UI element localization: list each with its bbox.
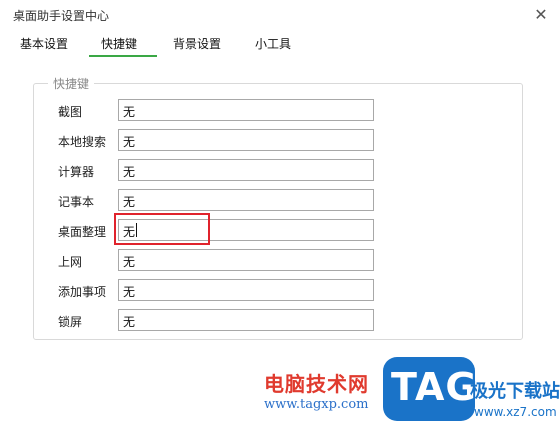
tag-logo: TAG xyxy=(383,357,478,421)
watermark-text: 电脑技术网 xyxy=(264,372,369,396)
shortcuts-group xyxy=(33,83,523,340)
shortcut-label-add-task: 添加事项 xyxy=(58,285,107,299)
shortcut-label-local-search: 本地搜索 xyxy=(58,135,107,149)
watermark-url: www.tagxp.com xyxy=(264,397,369,412)
shortcut-label-screenshot: 截图 xyxy=(58,105,83,119)
shortcut-field-internet[interactable]: 无 xyxy=(118,249,374,271)
tab-basic-settings[interactable]: 基本设置 xyxy=(20,35,68,52)
active-tab-indicator xyxy=(89,55,157,57)
shortcut-label-lock-screen: 锁屏 xyxy=(58,315,83,329)
shortcut-label-calculator: 计算器 xyxy=(58,165,95,179)
shortcut-field-notepad[interactable]: 无 xyxy=(118,189,374,211)
shortcut-field-desktop-organize[interactable]: 无 xyxy=(118,219,374,241)
shortcut-field-local-search[interactable]: 无 xyxy=(118,129,374,151)
shortcut-label-desktop-organize: 桌面整理 xyxy=(58,225,107,239)
text-cursor xyxy=(136,223,137,237)
tab-background-settings[interactable]: 背景设置 xyxy=(173,35,221,52)
shortcut-field-calculator[interactable]: 无 xyxy=(118,159,374,181)
shortcut-label-internet: 上网 xyxy=(58,255,83,269)
watermark-site-text: 极光下载站 xyxy=(470,381,560,402)
shortcut-label-notepad: 记事本 xyxy=(58,195,95,209)
shortcut-field-add-task[interactable]: 无 xyxy=(118,279,374,301)
tab-bar: 基本设置 快捷键 背景设置 小工具 xyxy=(0,32,560,58)
watermark-site-url: www.xz7.com xyxy=(474,405,557,419)
tab-shortcuts[interactable]: 快捷键 xyxy=(101,35,137,52)
tab-gadgets[interactable]: 小工具 xyxy=(255,35,291,52)
shortcut-field-screenshot[interactable]: 无 xyxy=(118,99,374,121)
window-title: 桌面助手设置中心 xyxy=(13,9,110,23)
shortcut-field-lock-screen[interactable]: 无 xyxy=(118,309,374,331)
shortcuts-group-title: 快捷键 xyxy=(48,75,95,92)
title-bar: 桌面助手设置中心 ✕ xyxy=(0,0,560,32)
tag-logo-text: TAG xyxy=(391,365,478,409)
close-icon[interactable]: ✕ xyxy=(528,2,554,28)
